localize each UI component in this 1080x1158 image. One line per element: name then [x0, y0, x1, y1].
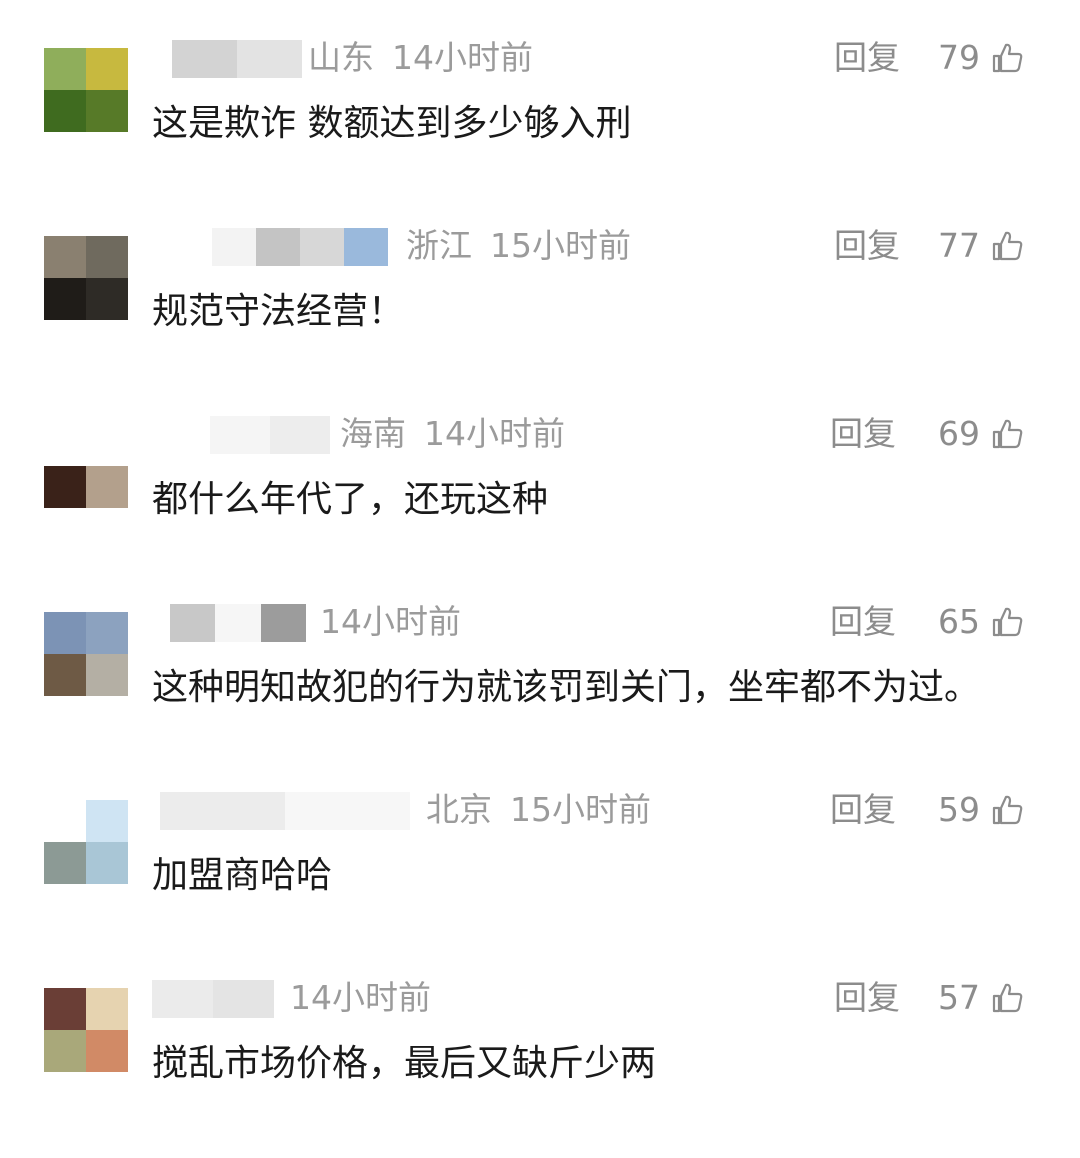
reply-button[interactable]: 回复 [830, 414, 896, 454]
comment-text: 搅乱市场价格，最后又缺斤少两 [152, 1043, 657, 1084]
thumbs-up-icon [992, 983, 1023, 1013]
like-count: 57 [938, 978, 980, 1017]
avatar[interactable] [44, 48, 128, 132]
like-button[interactable]: 59 [938, 790, 1026, 830]
comment-item: 浙江 15小时前 回复 77 规范守法经营！ [0, 226, 1080, 406]
comment-text: 加盟商哈哈 [152, 855, 333, 896]
blur-block [270, 416, 330, 454]
timestamp: 15小时前 [510, 790, 651, 829]
region-label: 海南 [340, 414, 406, 453]
thumbs-up-icon [992, 231, 1023, 261]
username-blurred[interactable] [210, 416, 330, 454]
comment-item: 海南 14小时前 回复 69 都什么年代了，还玩这种 [0, 414, 1080, 594]
like-button[interactable]: 77 [938, 226, 1026, 266]
reply-button[interactable]: 回复 [830, 602, 896, 642]
blur-block [256, 228, 300, 266]
blur-block [237, 40, 302, 78]
timestamp: 14小时前 [392, 38, 533, 77]
reply-button[interactable]: 回复 [834, 38, 900, 78]
blur-block [344, 228, 388, 266]
avatar[interactable] [44, 612, 128, 696]
timestamp: 14小时前 [424, 414, 565, 453]
comment-item: 山东 14小时前 回复 79 这是欺诈 数额达到多少够入刑 [0, 38, 1080, 218]
thumbs-up-icon [992, 795, 1023, 825]
thumbs-up-icon [992, 43, 1023, 73]
region-label: 北京 [426, 790, 492, 829]
like-count: 79 [938, 38, 980, 77]
blur-block [172, 40, 237, 78]
blur-block [213, 980, 274, 1018]
comment-item: 北京 15小时前 回复 59 加盟商哈哈 [0, 790, 1080, 970]
like-button[interactable]: 79 [938, 38, 1026, 78]
blur-block [260, 604, 306, 642]
username-blurred[interactable] [172, 40, 302, 78]
like-count: 69 [938, 414, 980, 453]
comment-meta: 北京 15小时前 [426, 790, 651, 830]
blur-block [285, 792, 410, 830]
comment-meta: 海南 14小时前 [340, 414, 565, 454]
reply-button[interactable]: 回复 [834, 978, 900, 1018]
username-blurred[interactable] [160, 792, 410, 830]
username-blurred[interactable] [212, 228, 388, 266]
like-count: 77 [938, 226, 980, 265]
blur-block [152, 980, 213, 1018]
timestamp: 15小时前 [490, 226, 631, 265]
timestamp: 14小时前 [320, 602, 461, 641]
reply-button[interactable]: 回复 [834, 226, 900, 266]
blur-block [215, 604, 261, 642]
timestamp: 14小时前 [290, 978, 431, 1017]
username-blurred[interactable] [170, 604, 306, 642]
blur-block [300, 228, 344, 266]
avatar[interactable] [44, 424, 128, 508]
comment-meta: 浙江 15小时前 [406, 226, 631, 266]
comment-meta: 山东 14小时前 [308, 38, 533, 78]
comment-text: 都什么年代了，还玩这种 [152, 479, 549, 520]
avatar[interactable] [44, 800, 128, 884]
like-button[interactable]: 69 [938, 414, 1026, 454]
region-label: 浙江 [406, 226, 472, 265]
comment-item: 14小时前 回复 65 这种明知故犯的行为就该罚到关门，坐牢都不为过。 [0, 602, 1080, 782]
like-count: 65 [938, 602, 980, 641]
comment-item: 14小时前 回复 57 搅乱市场价格，最后又缺斤少两 [0, 978, 1080, 1158]
region-label: 山东 [308, 38, 374, 77]
like-count: 59 [938, 790, 980, 829]
username-blurred[interactable] [152, 980, 274, 1018]
reply-button[interactable]: 回复 [830, 790, 896, 830]
comment-text: 这是欺诈 数额达到多少够入刑 [152, 103, 632, 144]
thumbs-up-icon [992, 419, 1023, 449]
like-button[interactable]: 57 [938, 978, 1026, 1018]
comment-text: 规范守法经营！ [152, 291, 405, 332]
thumbs-up-icon [992, 607, 1023, 637]
avatar[interactable] [44, 236, 128, 320]
blur-block [160, 792, 285, 830]
blur-block [210, 416, 270, 454]
comment-text: 这种明知故犯的行为就该罚到关门，坐牢都不为过。 [152, 667, 981, 708]
like-button[interactable]: 65 [938, 602, 1026, 642]
blur-block [212, 228, 256, 266]
comment-meta: 14小时前 [290, 978, 431, 1018]
avatar[interactable] [44, 988, 128, 1072]
comment-meta: 14小时前 [320, 602, 461, 642]
blur-block [170, 604, 216, 642]
